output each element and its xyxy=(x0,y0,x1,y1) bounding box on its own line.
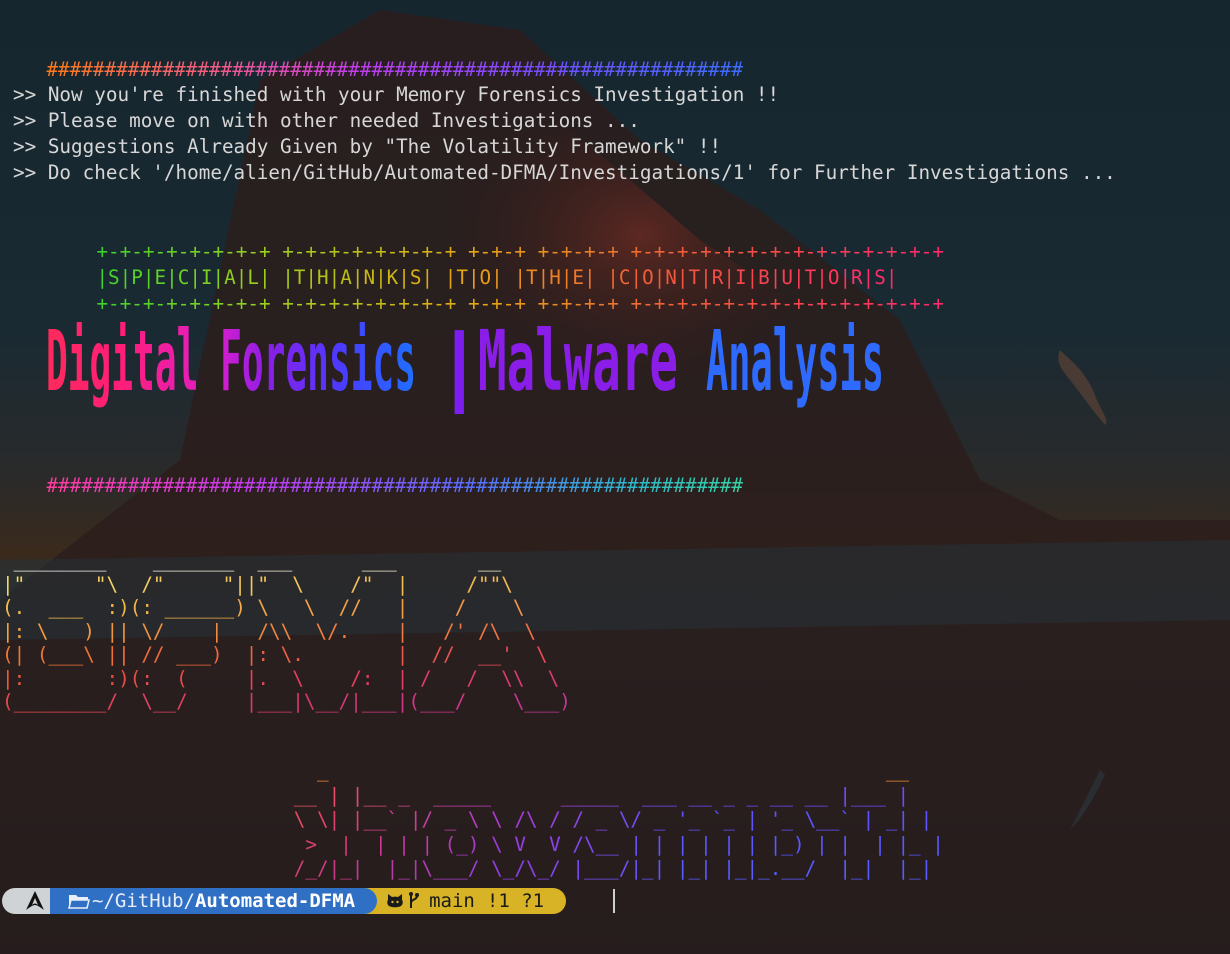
banner-divider: | xyxy=(434,316,485,414)
ascii-art-row: ________ _______ ___ ___ __ xyxy=(13,549,502,572)
ascii-art-row: _ __ xyxy=(316,759,910,782)
prompt-path-segment: ~/GitHub/Automated-DFMA xyxy=(50,888,378,914)
banner-text-2: Malware xyxy=(478,312,678,410)
git-branch-icon xyxy=(407,891,421,911)
folder-icon xyxy=(68,892,90,910)
git-status: !1 ?1 xyxy=(486,890,545,912)
github-icon xyxy=(385,891,405,911)
shell-prompt: ~/GitHub/Automated-DFMA main !1 ?1 xyxy=(2,887,567,915)
ascii-art-row: __ | |__ _ _____ _____ ___ __ _ _ __ __ … xyxy=(293,783,910,807)
ascii-art-row: (. ___ :)(: ______) \ \ // | / \ xyxy=(2,596,525,619)
message-line: >> Please move on with other needed Inve… xyxy=(13,109,640,132)
banner-graphic: Digital Forensics | Malware Analysis xyxy=(46,312,884,414)
git-branch-name: main xyxy=(429,890,475,912)
ascii-art-row: |: \ ) || \/ | /\\ \/. | /' /\ \ xyxy=(2,619,537,643)
separator-text: ########################################… xyxy=(46,474,743,497)
message-line: >> Do check '/home/alien/GitHub/Automate… xyxy=(13,161,1116,184)
message-line: >> Now you're finished with your Memory … xyxy=(13,83,780,106)
ascii-art-row: /_/|_| |_|\___/ \_/\_/ |___/|_| |_| |_|_… xyxy=(293,857,933,880)
text-cursor xyxy=(613,889,615,913)
path-current: Automated-DFMA xyxy=(194,890,356,912)
ascii-art-row: |: :)(: ( |. \ /: | / / \\ \ xyxy=(2,666,560,690)
ascii-art-row: \ \| |__` |/ _ \ \ /\ / / _ \/ _ '_ `_ |… xyxy=(293,808,933,831)
banner: Digital Forensics | Malware Analysis xyxy=(46,310,896,425)
message-line: >> Suggestions Already Given by "The Vol… xyxy=(13,135,722,158)
ascii-art-row: |" "\ /" "||" \ /" | /""\ xyxy=(2,572,513,596)
banner-text-3: Analysis xyxy=(706,312,884,410)
prompt-git-segment: main !1 ?1 xyxy=(363,888,567,914)
separator-text: ########################################… xyxy=(46,58,743,81)
arch-linux-icon xyxy=(24,890,46,912)
ascii-art-row: (| (___\ || // ___) |: \. | // __' \ xyxy=(2,643,548,666)
terminal-window[interactable]: ########################################… xyxy=(0,0,1230,954)
ascii-art-row: > | | | | (_) \ V V /\__ | | | | | | |_)… xyxy=(305,832,944,856)
path-prefix: ~/GitHub/ xyxy=(92,890,195,912)
banner-text-1: Digital Forensics xyxy=(46,312,416,410)
